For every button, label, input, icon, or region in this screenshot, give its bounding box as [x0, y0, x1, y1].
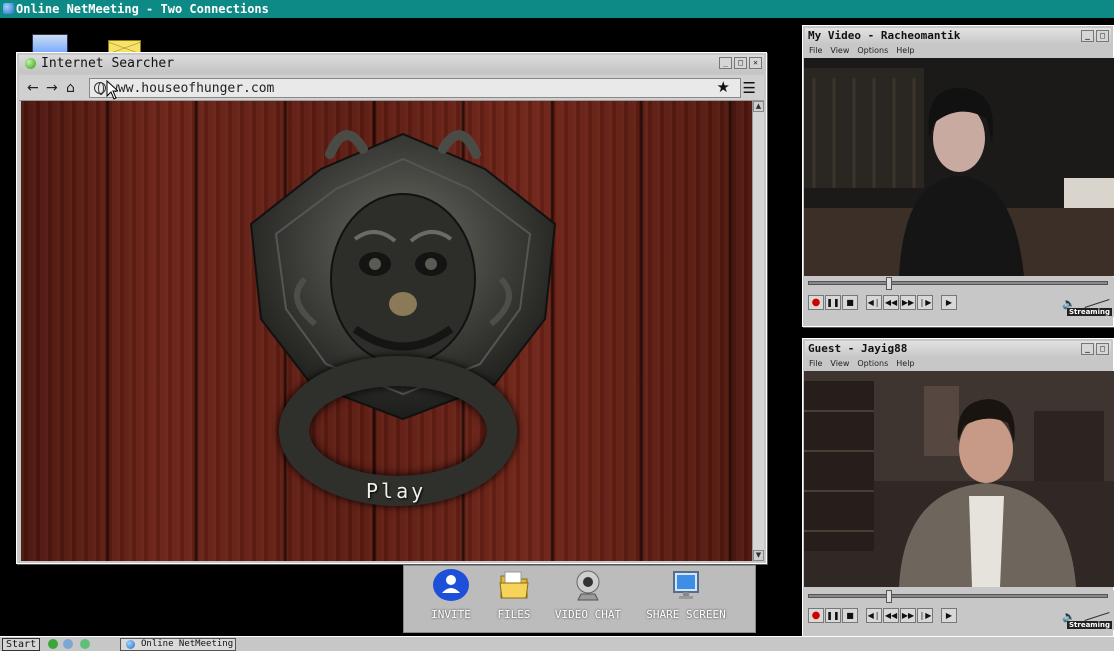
video-chat-label: VIDEO CHAT [554, 608, 622, 621]
bookmark-star-icon[interactable]: ★ [717, 78, 730, 96]
menu-file[interactable]: File [809, 45, 822, 57]
skip-back-button[interactable]: ◀❘ [866, 608, 882, 623]
menu-view[interactable]: View [830, 358, 849, 370]
app-title: Online NetMeeting - Two Connections [16, 2, 269, 16]
folder-icon [499, 571, 529, 599]
files-button[interactable]: FILES [497, 568, 531, 621]
streaming-status: Streaming [1067, 621, 1112, 629]
seek-knob[interactable] [886, 590, 893, 603]
browser-title: Internet Searcher [41, 56, 175, 71]
stop-button[interactable]: ■ [842, 608, 858, 623]
menu-icon[interactable]: ☰ [743, 79, 756, 97]
webcam-icon [576, 570, 600, 601]
menu-help[interactable]: Help [896, 45, 914, 57]
status-tray-icon[interactable] [80, 639, 90, 649]
network-tray-icon[interactable] [48, 639, 58, 649]
webcam-video-image [804, 371, 1114, 587]
menu-options[interactable]: Options [857, 45, 888, 57]
sync-tray-icon[interactable] [63, 639, 73, 649]
volume-slider[interactable] [1084, 612, 1110, 621]
scroll-down-icon[interactable]: ▼ [753, 550, 764, 561]
computer-desktop-icon[interactable] [32, 34, 68, 54]
guest-video-title: Guest - Jayig88 [808, 342, 908, 355]
menu-help[interactable]: Help [896, 358, 914, 370]
rewind-button[interactable]: ◀◀ [883, 608, 899, 623]
netmeeting-icon [3, 3, 14, 14]
vertical-scrollbar[interactable]: ▲ ▼ [752, 101, 764, 561]
share-screen-label: SHARE SCREEN [646, 608, 726, 621]
pause-button[interactable]: ❚❚ [825, 295, 841, 310]
maximize-button[interactable]: □ [734, 57, 747, 69]
desktop: Online NetMeeting - Two Connections Inte… [0, 0, 1114, 651]
seek-bar[interactable] [808, 590, 1108, 603]
maximize-button[interactable]: □ [1096, 343, 1109, 355]
close-button[interactable]: ✕ [749, 57, 762, 69]
app-title-bar: Online NetMeeting - Two Connections [0, 0, 1114, 18]
invite-button[interactable]: INVITE [431, 568, 471, 621]
video-chat-button[interactable]: VIDEO CHAT [555, 568, 621, 621]
guest-video-title-bar[interactable]: Guest - Jayig88 _ □ [805, 341, 1111, 357]
seek-knob[interactable] [886, 277, 893, 290]
record-button[interactable]: ● [808, 295, 824, 310]
minimize-button[interactable]: _ [1081, 30, 1094, 42]
taskbar-item-netmeeting[interactable]: Online NetMeeting [120, 638, 236, 651]
skip-forward-button[interactable]: ❘▶ [917, 608, 933, 623]
address-bar: ← → ⌂ www.houseofhunger.com ★ ☰ [19, 75, 764, 101]
my-video-title: My Video - Racheomantik [808, 29, 961, 42]
web-page-content: Play [21, 101, 752, 561]
browser-app-icon [25, 58, 36, 69]
skip-forward-button[interactable]: ❘▶ [917, 295, 933, 310]
my-video-menu-bar: File View Options Help [806, 45, 915, 57]
volume-slider[interactable] [1084, 299, 1110, 308]
scroll-up-icon[interactable]: ▲ [753, 101, 764, 112]
seek-bar[interactable] [808, 277, 1108, 290]
guest-video-menu-bar: File View Options Help [806, 358, 915, 370]
rewind-button[interactable]: ◀◀ [883, 295, 899, 310]
skip-back-button[interactable]: ◀❘ [866, 295, 882, 310]
forward-arrow-icon[interactable]: → [46, 79, 58, 97]
share-screen-button[interactable]: SHARE SCREEN [646, 568, 726, 621]
browser-window: Internet Searcher _ □ ✕ ← → ⌂ www.houseo… [16, 52, 767, 564]
start-button[interactable]: Start [2, 638, 41, 651]
menu-options[interactable]: Options [857, 358, 888, 370]
play-button[interactable]: ▶ [941, 608, 957, 623]
url-text: www.houseofhunger.com [110, 81, 275, 96]
my-video-window: My Video - Racheomantik _ □ File View Op… [802, 25, 1114, 327]
my-video-feed [804, 58, 1114, 276]
url-input[interactable]: www.houseofhunger.com [89, 78, 741, 98]
home-icon[interactable]: ⌂ [66, 79, 75, 97]
mouse-cursor-icon [106, 80, 118, 100]
minimize-button[interactable]: _ [719, 57, 732, 69]
fast-forward-button[interactable]: ▶▶ [900, 295, 916, 310]
play-button[interactable]: Play [366, 479, 426, 503]
maximize-button[interactable]: □ [1096, 30, 1109, 42]
guest-video-feed [804, 371, 1114, 587]
streaming-status: Streaming [1067, 308, 1112, 316]
pause-button[interactable]: ❚❚ [825, 608, 841, 623]
minimize-button[interactable]: _ [1081, 343, 1094, 355]
back-arrow-icon[interactable]: ← [27, 79, 39, 97]
guest-video-controls: ● ❚❚ ■ ◀❘ ◀◀ ▶▶ ❘▶ ▶ 🔈 Streaming [804, 590, 1114, 630]
my-video-controls: ● ❚❚ ■ ◀❘ ◀◀ ▶▶ ❘▶ ▶ 🔈 Streaming [804, 277, 1114, 317]
my-video-title-bar[interactable]: My Video - Racheomantik _ □ [805, 28, 1111, 44]
browser-title-bar[interactable]: Internet Searcher _ □ ✕ [19, 55, 764, 73]
user-icon [433, 569, 469, 601]
globe-icon [94, 82, 106, 95]
play-button[interactable]: ▶ [941, 295, 957, 310]
menu-view[interactable]: View [830, 45, 849, 57]
guest-video-window: Guest - Jayig88 _ □ File View Options He… [802, 338, 1114, 640]
webcam-video-image [804, 58, 1114, 276]
stop-button[interactable]: ■ [842, 295, 858, 310]
taskbar: Start Online NetMeeting [0, 636, 1114, 651]
fast-forward-button[interactable]: ▶▶ [900, 608, 916, 623]
menu-file[interactable]: File [809, 358, 822, 370]
monitor-icon [673, 571, 699, 599]
record-button[interactable]: ● [808, 608, 824, 623]
action-toolbar: INVITE FILES VIDEO CHAT SHARE SCREEN [403, 565, 756, 633]
